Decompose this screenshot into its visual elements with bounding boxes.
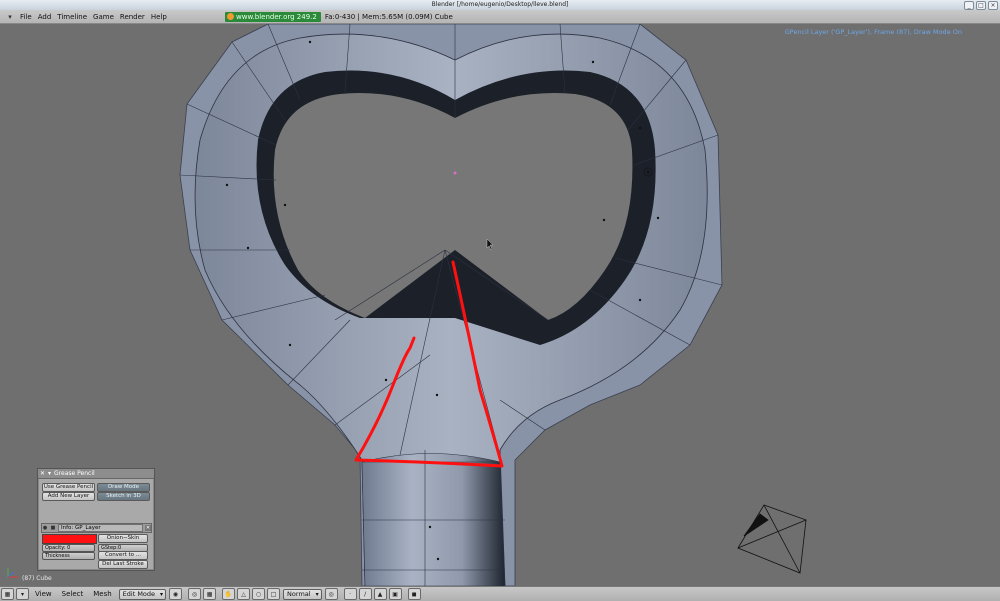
- thickness-slider[interactable]: Thickness: [42, 552, 95, 560]
- add-new-layer-button[interactable]: Add New Layer: [42, 492, 95, 501]
- blender-link[interactable]: www.blender.org 249.2: [225, 11, 321, 22]
- editor-type-icon[interactable]: ▦: [1, 588, 14, 600]
- window-title: Blender [/home/eugenio/Desktop/lleve.ble…: [431, 1, 569, 8]
- header-collapse-icon[interactable]: ▾: [16, 588, 29, 600]
- menu-view[interactable]: View: [30, 590, 57, 598]
- gp-layer-row: ● ■ Info: GP_Layer ✕: [41, 523, 152, 533]
- use-grease-pencil-toggle[interactable]: Use Grease Pencil: [42, 483, 95, 492]
- edge-select-icon[interactable]: ∕: [358, 588, 372, 600]
- menu-mesh[interactable]: Mesh: [88, 590, 116, 598]
- mode-select[interactable]: Edit Mode: [118, 588, 167, 600]
- object-origin-icon: [453, 171, 457, 175]
- manipulator-icon[interactable]: △: [237, 588, 251, 600]
- draw-mode-toggle[interactable]: Draw Mode: [97, 483, 150, 492]
- menu-render[interactable]: Render: [120, 13, 151, 21]
- collapse-panel-icon[interactable]: ▾: [48, 470, 51, 477]
- scene-stats: Fa:0-430 | Mem:5.65M (0.09M) Cube: [324, 12, 453, 21]
- proportional-edit-icon[interactable]: ◎: [324, 588, 338, 600]
- layer-name-field[interactable]: Info: GP_Layer: [58, 524, 143, 532]
- delete-layer-icon[interactable]: ✕: [145, 525, 151, 531]
- shading-icon[interactable]: ◉: [169, 588, 183, 600]
- menu-help[interactable]: Help: [151, 13, 173, 21]
- menu-add[interactable]: Add: [38, 13, 58, 21]
- stroke-color-swatch[interactable]: [42, 534, 97, 544]
- info-header: ▾ File Add Timeline Game Render Help: [0, 10, 1000, 24]
- close-button[interactable]: ×: [988, 1, 998, 10]
- menu-file[interactable]: File: [20, 13, 38, 21]
- minimize-button[interactable]: _: [964, 1, 974, 10]
- vertex-select-icon[interactable]: ·: [343, 588, 357, 600]
- occlude-icon[interactable]: ▣: [388, 588, 402, 600]
- menu-timeline[interactable]: Timeline: [57, 13, 93, 21]
- grease-pencil-panel: ✕ ▾ Grease Pencil Use Grease Pencil Draw…: [37, 468, 155, 571]
- opacity-slider[interactable]: Opacity: 0: [42, 544, 95, 552]
- layer-toggle-icon[interactable]: ▦: [203, 588, 217, 600]
- del-last-stroke-button[interactable]: Del Last Stroke: [98, 560, 148, 569]
- panel-title: Grease Pencil: [54, 470, 95, 477]
- pivot-icon[interactable]: ◎: [188, 588, 202, 600]
- header-info: www.blender.org 249.2 Fa:0-430 | Mem:5.6…: [225, 11, 453, 22]
- 3d-view-header: ▦ ▾ View Select Mesh Edit Mode ◉ ◎ ▦ ✋ △…: [0, 586, 1000, 601]
- axis-widget-icon: [7, 568, 18, 578]
- menu-game[interactable]: Game: [93, 13, 120, 21]
- header-collapse-icon[interactable]: ▾: [0, 13, 20, 21]
- sketch-in-3d-toggle[interactable]: Sketch in 3D: [97, 492, 150, 501]
- rotate-icon[interactable]: ○: [252, 588, 266, 600]
- camera-icon: [737, 504, 807, 574]
- hand-icon[interactable]: ✋: [222, 588, 236, 600]
- layer-visibility-icon[interactable]: ●: [42, 525, 48, 531]
- maximize-button[interactable]: □: [976, 1, 986, 10]
- onion-skin-toggle[interactable]: Onion−Skin: [98, 534, 148, 543]
- blender-link-text: www.blender.org 249.2: [236, 12, 317, 21]
- window-controls: _ □ ×: [964, 1, 998, 10]
- blender-logo-icon: [227, 13, 234, 20]
- scale-icon[interactable]: □: [267, 588, 281, 600]
- menu-select[interactable]: Select: [57, 590, 89, 598]
- convert-to-button[interactable]: Convert to ...: [98, 551, 148, 560]
- panel-header[interactable]: ✕ ▾ Grease Pencil: [38, 469, 154, 479]
- grease-pencil-status: GPencil Layer ('GP_Layer'), Frame (87), …: [784, 28, 962, 36]
- face-select-icon[interactable]: ▲: [373, 588, 387, 600]
- frame-object-label: (87) Cube: [22, 575, 52, 582]
- render-icon[interactable]: ◼: [407, 588, 421, 600]
- close-panel-icon[interactable]: ✕: [40, 470, 45, 477]
- orientation-select[interactable]: Normal: [283, 588, 322, 600]
- layer-lock-icon[interactable]: ■: [50, 525, 56, 531]
